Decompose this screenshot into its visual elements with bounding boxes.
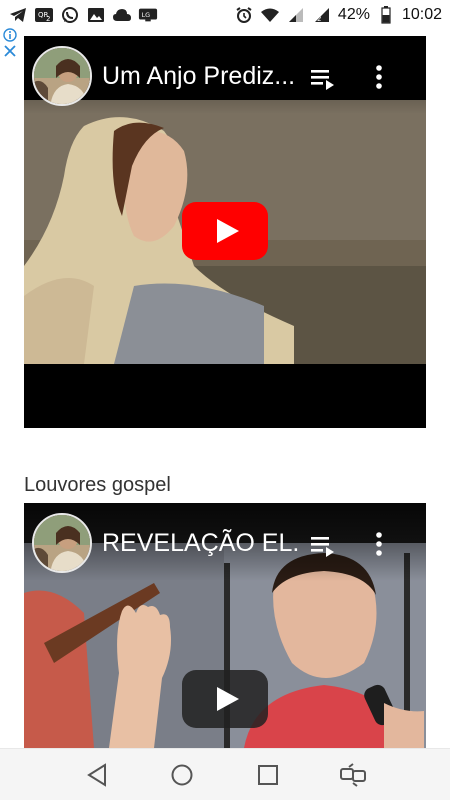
- telegram-icon: [8, 6, 28, 24]
- cloud-icon: [112, 6, 132, 24]
- signal-2-icon: 2: [312, 6, 332, 24]
- home-icon[interactable]: [166, 759, 198, 791]
- section-heading: Louvores gospel: [24, 474, 171, 496]
- queue-icon[interactable]: [310, 66, 336, 90]
- battery-percent: 42%: [337, 6, 370, 23]
- lg-connect-icon: LG: [138, 6, 158, 24]
- svg-text:2: 2: [46, 15, 50, 23]
- video-title[interactable]: REVELAÇÃO EL...: [102, 529, 298, 558]
- close-icon[interactable]: [3, 44, 17, 58]
- video-title[interactable]: Um Anjo Prediz...: [102, 62, 298, 91]
- play-icon: [216, 687, 239, 711]
- gallery-icon: [86, 6, 106, 24]
- wifi-icon: [260, 6, 280, 24]
- clock: 10:02: [401, 6, 442, 23]
- signal-1-icon: [286, 6, 306, 24]
- channel-avatar[interactable]: [32, 513, 92, 573]
- status-bar: QR 2 LG 2 42% 10:02: [0, 0, 450, 30]
- system-icons: 2 42% 10:02: [234, 6, 442, 24]
- notification-icons: QR 2 LG: [8, 6, 158, 24]
- play-icon: [216, 219, 239, 243]
- play-button[interactable]: [182, 670, 268, 728]
- svg-text:LG: LG: [142, 12, 151, 19]
- svg-text:2: 2: [317, 15, 321, 23]
- channel-avatar[interactable]: [32, 46, 92, 106]
- video-embed-1[interactable]: Um Anjo Prediz...: [24, 36, 426, 428]
- info-icon[interactable]: [3, 28, 17, 42]
- switch-app-icon[interactable]: [337, 759, 369, 791]
- recents-icon[interactable]: [252, 759, 284, 791]
- navigation-bar: [0, 748, 450, 800]
- sim-2-icon: QR 2: [34, 6, 54, 24]
- video-embed-2[interactable]: REVELAÇÃO EL...: [24, 503, 426, 748]
- more-options-icon[interactable]: [368, 64, 390, 90]
- queue-icon[interactable]: [310, 533, 336, 557]
- whatsapp-icon: [60, 6, 80, 24]
- play-button[interactable]: [182, 202, 268, 260]
- alarm-icon: [234, 6, 254, 24]
- battery-icon: [376, 6, 396, 24]
- back-icon[interactable]: [81, 759, 113, 791]
- more-options-icon[interactable]: [368, 531, 390, 557]
